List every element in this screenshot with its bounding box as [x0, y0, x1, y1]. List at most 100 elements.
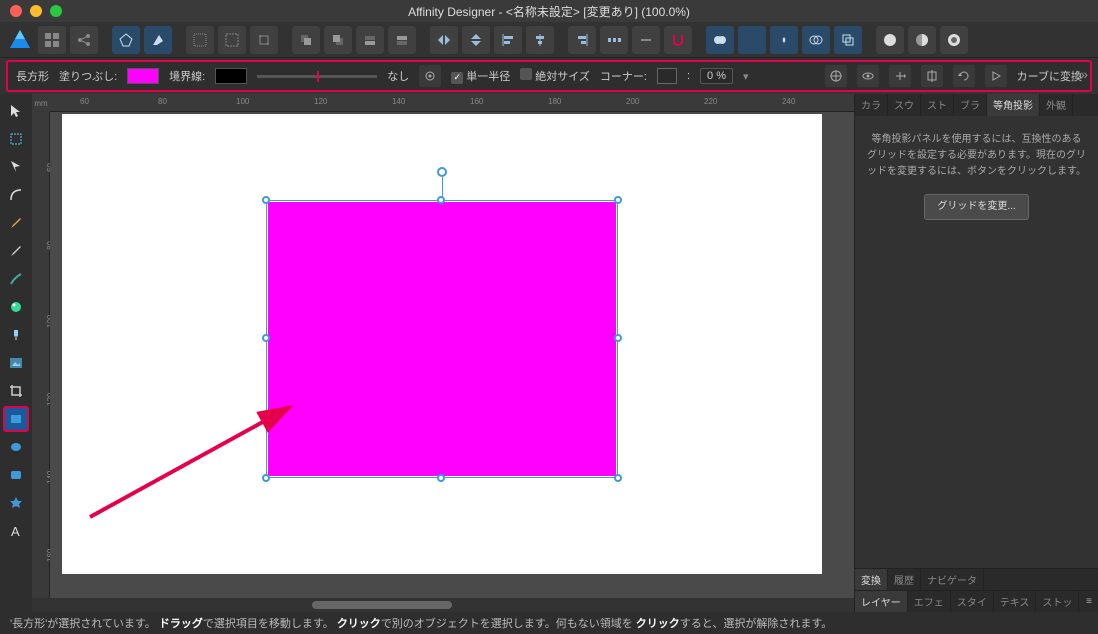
pen-tool[interactable]: [3, 210, 29, 236]
toolbar-align-l-button[interactable]: [494, 26, 522, 54]
toolbar-arrange3-button[interactable]: [356, 26, 384, 54]
tab-エフェ[interactable]: エフェ: [908, 591, 951, 612]
fill-swatch[interactable]: [127, 68, 159, 84]
right-panel: カラスウストブラ等角投影外観 等角投影パネルを使用するには、互換性のあるグリッド…: [854, 94, 1098, 612]
abs-size-checkbox[interactable]: 絶対サイズ: [520, 68, 590, 84]
tab-外観[interactable]: 外観: [1040, 94, 1073, 116]
align-icon-3[interactable]: [889, 65, 911, 87]
tab-ストッ[interactable]: ストッ: [1036, 591, 1079, 612]
titlebar: Affinity Designer - <名称未設定> [変更あり] (100.…: [0, 0, 1098, 22]
toolbar-distribute-button[interactable]: [600, 26, 628, 54]
rectangle-shape[interactable]: [268, 202, 616, 476]
toolbar-align-r-button[interactable]: [568, 26, 596, 54]
node-tool[interactable]: [3, 154, 29, 180]
overflow-icon[interactable]: »: [1080, 66, 1088, 82]
to-curves-button[interactable]: カーブに変換: [1017, 68, 1082, 84]
toolbar-magnet-button[interactable]: [664, 26, 692, 54]
toolbar-grid1-button[interactable]: [186, 26, 214, 54]
tab-ブラ[interactable]: ブラ: [954, 94, 987, 116]
corner-label: コーナー:: [600, 68, 647, 84]
toolbar-op-xor-button[interactable]: [802, 26, 830, 54]
corner-type-swatch[interactable]: [657, 68, 677, 84]
toolbar-view1-button[interactable]: [876, 26, 904, 54]
window-title: Affinity Designer - <名称未設定> [変更あり] (100.…: [408, 3, 690, 20]
horizontal-scrollbar[interactable]: [32, 598, 854, 612]
top-toolbar: [0, 22, 1098, 58]
persona-export-button[interactable]: [70, 26, 98, 54]
persona-pixel-button[interactable]: [38, 26, 66, 54]
rotate-icon[interactable]: [953, 65, 975, 87]
tab-カラ[interactable]: カラ: [855, 94, 888, 116]
single-radius-label: 単一半径: [466, 71, 510, 83]
star-tool[interactable]: [3, 490, 29, 516]
corner-percent-field[interactable]: 0 %: [700, 68, 733, 84]
window-controls: [0, 5, 62, 17]
toolbar-op-div-button[interactable]: [834, 26, 862, 54]
stroke-swatch[interactable]: [215, 68, 247, 84]
fill-label: 塗りつぶし:: [59, 68, 117, 84]
shape-type-label: 長方形: [16, 68, 49, 84]
artboard-tool[interactable]: [3, 126, 29, 152]
corner-dropdown-icon[interactable]: ▾: [743, 70, 749, 83]
toolbar-arrange2-button[interactable]: [324, 26, 352, 54]
align-icon-2[interactable]: [857, 65, 879, 87]
brush-tool[interactable]: [3, 266, 29, 292]
toolbar-snap-toggle-button[interactable]: [632, 26, 660, 54]
toolbar-arrange1-button[interactable]: [292, 26, 320, 54]
gear-icon[interactable]: [419, 65, 441, 87]
toolbar-op-add-button[interactable]: [706, 26, 734, 54]
crop-tool[interactable]: [3, 378, 29, 404]
stroke-width-slider[interactable]: [257, 75, 377, 78]
minimize-window-button[interactable]: [30, 5, 42, 17]
tab-スタイ[interactable]: スタイ: [951, 591, 994, 612]
ellipse-tool[interactable]: [3, 434, 29, 460]
toolbar-view3-button[interactable]: [940, 26, 968, 54]
move-tool[interactable]: [3, 98, 29, 124]
tab-テキス[interactable]: テキス: [994, 591, 1037, 612]
toolbar-grid2-button[interactable]: [218, 26, 246, 54]
place-image-tool[interactable]: [3, 350, 29, 376]
fill-tool[interactable]: [3, 294, 29, 320]
convert-icon[interactable]: [985, 65, 1007, 87]
zoom-window-button[interactable]: [50, 5, 62, 17]
toolbar-op-int-button[interactable]: [770, 26, 798, 54]
ruler-vertical[interactable]: 6080100120140160: [32, 112, 50, 598]
single-radius-checkbox[interactable]: 単一半径: [451, 68, 510, 84]
isometric-panel: 等角投影パネルを使用するには、互換性のあるグリッドを設定する必要があります。現在…: [855, 116, 1098, 568]
align-icon-1[interactable]: [825, 65, 847, 87]
toolbar-shape-button[interactable]: [112, 26, 140, 54]
abs-size-label: 絶対サイズ: [535, 71, 590, 83]
text-tool[interactable]: A: [3, 518, 29, 544]
toolbar-view2-button[interactable]: [908, 26, 936, 54]
pencil-tool[interactable]: [3, 238, 29, 264]
panel-menu-icon[interactable]: ≡: [1080, 596, 1098, 607]
tab-スト[interactable]: スト: [921, 94, 954, 116]
tab-等角投影[interactable]: 等角投影: [987, 94, 1040, 116]
status-text: '長方形'が選択されています。 ドラッグで選択項目を移動します。 クリックで別の…: [10, 615, 832, 631]
toolbar-op-sub-button[interactable]: [738, 26, 766, 54]
toolbar-flip-v-button[interactable]: [462, 26, 490, 54]
align-icon-4[interactable]: [921, 65, 943, 87]
change-grid-button[interactable]: グリッドを変更...: [924, 194, 1028, 220]
rounded-rect-tool[interactable]: [3, 462, 29, 488]
scrollbar-thumb[interactable]: [312, 601, 452, 609]
tab-履歴[interactable]: 履歴: [888, 569, 921, 590]
toolbar-align-c-button[interactable]: [526, 26, 554, 54]
close-window-button[interactable]: [10, 5, 22, 17]
toolbar-fx-button[interactable]: [144, 26, 172, 54]
tab-レイヤー[interactable]: レイヤー: [855, 591, 908, 612]
tab-ナビゲータ[interactable]: ナビゲータ: [921, 569, 984, 590]
toolbar-grid3-button[interactable]: [250, 26, 278, 54]
stroke-none-label: なし: [387, 68, 409, 84]
panel-tabs-top: カラスウストブラ等角投影外観: [855, 94, 1098, 116]
tab-変換[interactable]: 変換: [855, 569, 888, 590]
panel-tabs-mid: 変換履歴ナビゲータ: [855, 568, 1098, 590]
toolbar-arrange4-button[interactable]: [388, 26, 416, 54]
canvas-viewport[interactable]: [50, 112, 854, 598]
tab-スウ[interactable]: スウ: [888, 94, 921, 116]
ruler-horizontal[interactable]: 6080100120140160180200220240: [50, 94, 854, 112]
transparency-tool[interactable]: [3, 322, 29, 348]
rectangle-tool[interactable]: [3, 406, 29, 432]
corner-tool[interactable]: [3, 182, 29, 208]
toolbar-flip-h-button[interactable]: [430, 26, 458, 54]
